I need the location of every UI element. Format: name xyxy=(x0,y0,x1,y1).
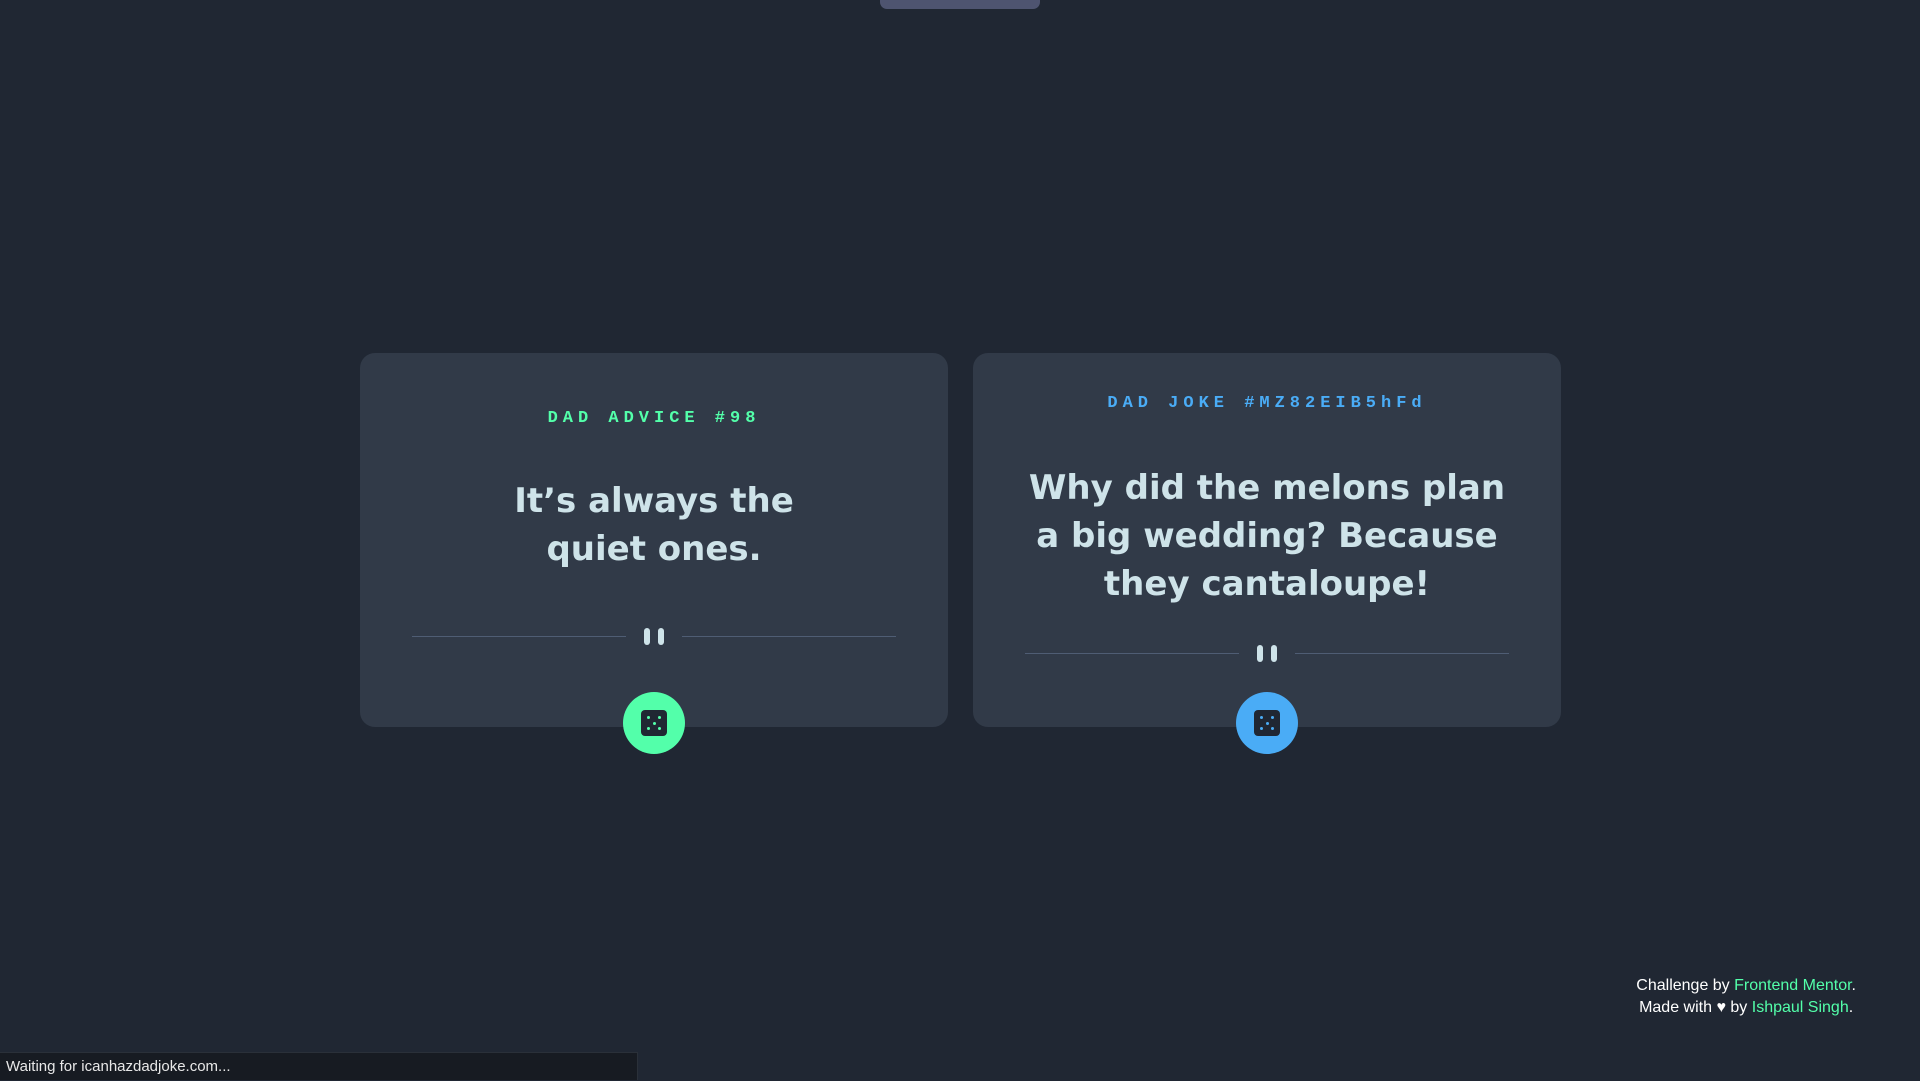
divider-line-right xyxy=(1295,653,1509,654)
advice-text: It’s always the quiet ones. xyxy=(470,477,838,573)
divider-line-left xyxy=(1025,653,1239,654)
top-tab-handle[interactable] xyxy=(880,0,1040,9)
attribution-line-author: Made with ♥ by Ishpaul Singh. xyxy=(1636,997,1856,1019)
divider xyxy=(412,626,896,646)
divider-line-left xyxy=(412,636,626,637)
dice-icon xyxy=(641,710,667,736)
divider-line-right xyxy=(682,636,896,637)
made-with-prefix: Made with xyxy=(1639,999,1712,1016)
divider xyxy=(1025,643,1509,663)
advice-card: DAD ADVICE #98 It’s always the quiet one… xyxy=(360,353,948,727)
by-text: by xyxy=(1730,999,1747,1016)
pause-icon xyxy=(1255,645,1279,662)
advice-dice-button[interactable] xyxy=(623,692,685,754)
joke-dice-button[interactable] xyxy=(1236,692,1298,754)
author-link[interactable]: Ishpaul Singh xyxy=(1752,999,1849,1016)
challenge-prefix: Challenge by xyxy=(1636,977,1729,994)
pause-icon xyxy=(642,628,666,645)
attribution: Challenge by Frontend Mentor. Made with … xyxy=(1636,975,1856,1019)
challenge-suffix: . xyxy=(1852,977,1856,994)
heart-icon: ♥ xyxy=(1716,999,1726,1016)
joke-label: DAD JOKE #MZ82EIB5hFd xyxy=(973,394,1561,413)
attribution-line-challenge: Challenge by Frontend Mentor. xyxy=(1636,975,1856,997)
frontend-mentor-link[interactable]: Frontend Mentor xyxy=(1734,977,1851,994)
joke-text: Why did the melons plan a big wedding? B… xyxy=(1023,464,1511,608)
dice-icon xyxy=(1254,710,1280,736)
browser-status-bar: Waiting for icanhazdadjoke.com... xyxy=(0,1052,638,1080)
author-suffix: . xyxy=(1849,999,1853,1016)
advice-label: DAD ADVICE #98 xyxy=(360,409,948,428)
joke-card: DAD JOKE #MZ82EIB5hFd Why did the melons… xyxy=(973,353,1561,727)
